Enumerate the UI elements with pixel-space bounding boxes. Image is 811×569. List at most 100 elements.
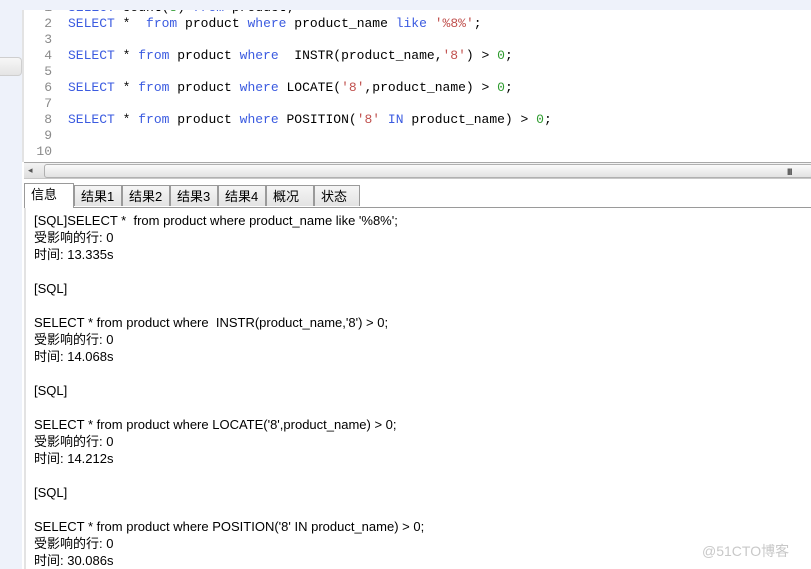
tab-label: 结果2 [129,189,163,204]
message-output-panel: [SQL]SELECT * from product where product… [24,208,811,569]
code-text: SELECT * from product where INSTR(produc… [68,48,513,64]
watermark: @51CTO博客 [702,543,790,559]
sql-token: product_name) > [403,112,537,127]
line-number: 7 [44,96,52,111]
code-text: SELECT * from product where LOCATE('8',p… [68,80,513,96]
sql-keyword: SELECT [68,112,115,127]
sql-token: ) [177,10,193,15]
sql-token: * [114,48,139,63]
sql-keyword: SELECT [68,16,115,31]
sql-token: product [177,16,248,31]
sql-token: ) > [465,48,498,63]
sql-number: 0 [536,112,544,127]
tab-result2[interactable]: 结果2 [122,185,170,206]
sql-keyword: from [138,48,170,63]
sql-number: 0 [497,48,505,63]
output-line: SELECT * from product where POSITION('8'… [34,519,425,534]
line-number: 5 [44,64,52,79]
output-line: [SQL]SELECT * from product where product… [34,213,398,228]
output-line: 受影响的行: 0 [34,434,114,449]
scrollbar-grip-icon: III [787,167,792,177]
top-strip [0,0,811,10]
sql-token: * [114,16,147,31]
sql-token: * [114,80,139,95]
code-text: SELECT * from product where product_name… [68,16,482,32]
tab-result4[interactable]: 结果4 [218,185,266,206]
sql-token: product [169,48,240,63]
line-number: 9 [44,128,52,143]
sql-token: ,product_name) > [364,80,498,95]
output-line: 时间: 14.068s [34,349,114,364]
line-number: 3 [44,32,52,47]
sql-keyword: SELECT [68,80,115,95]
sql-keyword: where [247,16,287,31]
sql-token: product [169,80,240,95]
sql-string: '8' [442,48,466,63]
sql-keyword: where [239,112,279,127]
output-line: [SQL] [34,485,68,500]
sql-keyword: like [395,16,427,31]
sql-keyword: where [239,80,279,95]
output-line: 受影响的行: 0 [34,332,114,347]
scroll-left-arrow-icon[interactable]: ◂ [28,165,33,176]
output-line: [SQL] [34,281,68,296]
sql-string: '%8%' [434,16,474,31]
scrollbar-thumb[interactable]: III [44,164,811,178]
sql-token: * [114,112,139,127]
sql-editor[interactable]: 1SELECT count(8) from product;2SELECT * … [22,10,811,162]
output-line: SELECT * from product where INSTR(produc… [34,315,389,330]
sql-keyword: from [138,80,170,95]
tab-result3[interactable]: 结果3 [170,185,218,206]
sql-token: product_name [286,16,396,31]
sql-keyword: from [193,10,224,15]
result-tabs: 信息 结果1 结果2 结果3 结果4 概况 状态 [24,183,811,208]
sql-token: INSTR(product_name, [278,48,443,63]
output-line: 时间: 14.212s [34,451,114,466]
sql-token: product; [224,10,294,15]
sql-string: '8' [356,112,381,127]
sql-token: product [169,112,240,127]
sql-keyword: IN [387,112,404,127]
line-number: 4 [44,48,52,63]
tab-label: 状态 [321,189,348,204]
tab-label: 概况 [273,189,300,204]
sql-keyword: SELECT [68,48,115,63]
output-line: 时间: 30.086s [34,553,114,568]
tab-label: 结果4 [225,189,259,204]
line-number: 8 [44,112,52,127]
sql-keyword: from [138,112,170,127]
output-line: 受影响的行: 0 [34,536,114,551]
panel-collapse-button[interactable] [0,57,22,76]
sql-token: LOCATE( [278,80,342,95]
sql-keyword: from [146,16,178,31]
tab-status[interactable]: 状态 [314,185,360,206]
tab-result1[interactable]: 结果1 [74,185,122,206]
sql-token: ; [473,16,482,31]
sql-token: ; [504,48,513,63]
sql-token: ; [504,80,513,95]
left-panel [0,0,22,569]
sql-keyword: SELECT [68,10,115,15]
output-line: 时间: 13.335s [34,247,114,262]
output-line: SELECT * from product where LOCATE('8',p… [34,417,397,432]
sql-keyword: where [239,48,279,63]
output-line: [SQL] [34,383,68,398]
tab-label: 信息 [31,187,58,202]
editor-horizontal-scrollbar[interactable]: ◂ III [24,162,811,179]
output-line: 受影响的行: 0 [34,230,114,245]
tab-overview[interactable]: 概况 [266,185,314,206]
sql-token: count( [115,10,170,15]
tab-label: 结果3 [177,189,211,204]
tab-label: 结果1 [81,189,115,204]
sql-number: 0 [497,80,505,95]
sql-token: POSITION( [278,112,357,127]
line-number: 2 [44,16,52,31]
sql-token: ; [543,112,552,127]
line-number: 6 [44,80,52,95]
sql-string: '8' [341,80,365,95]
code-text: SELECT * from product where POSITION('8'… [68,112,552,128]
tab-info[interactable]: 信息 [24,183,74,208]
line-number: 10 [36,144,52,159]
